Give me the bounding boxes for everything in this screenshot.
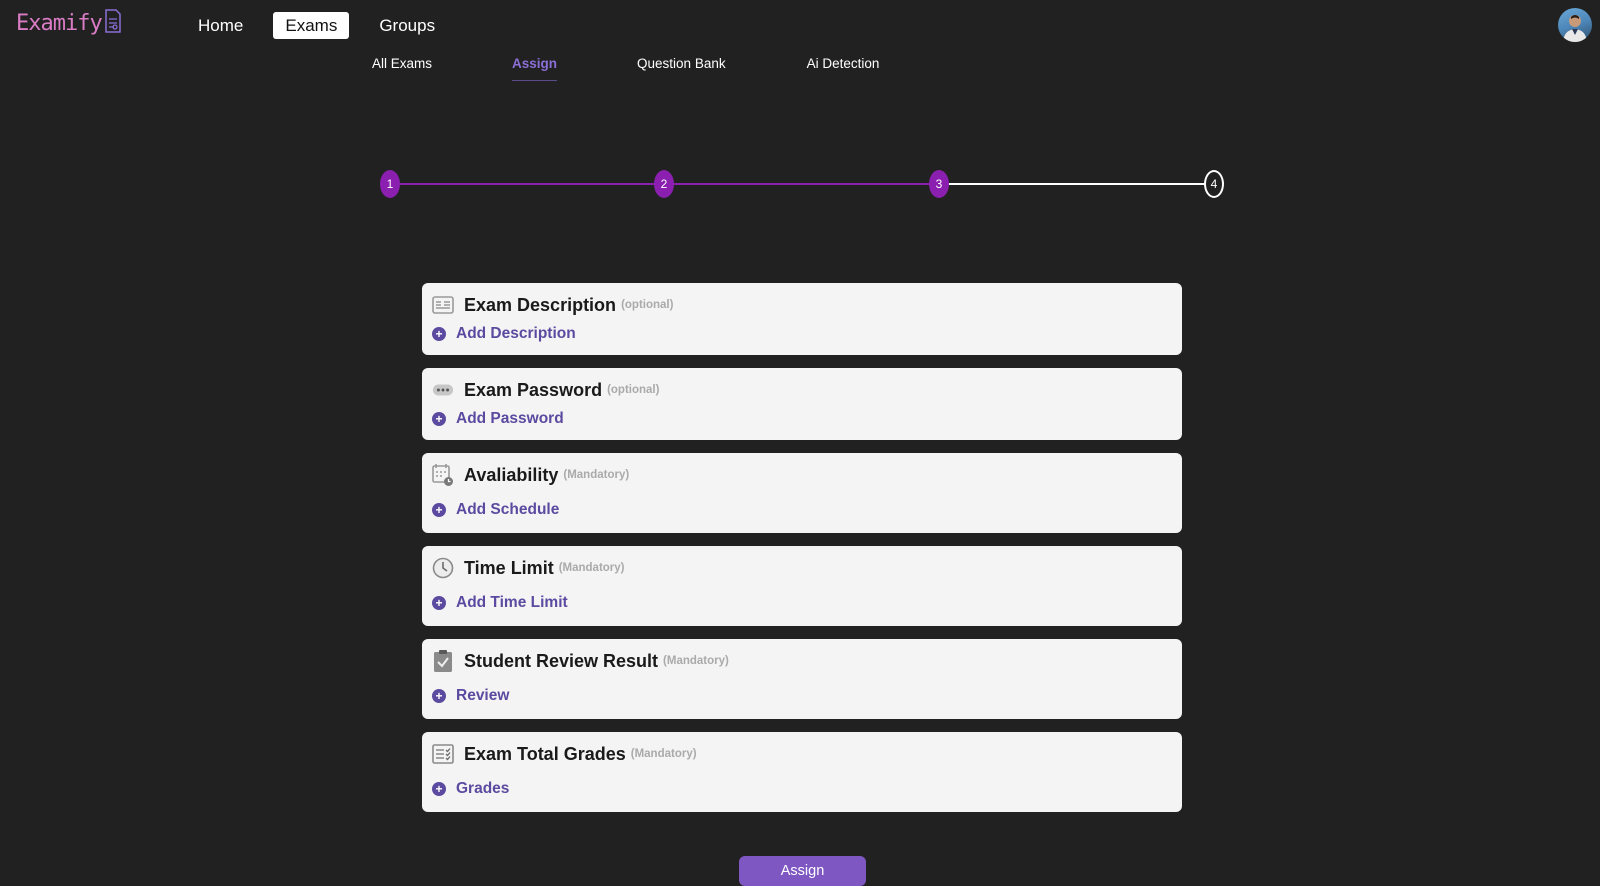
subnav-all-exams[interactable]: All Exams — [372, 56, 432, 81]
step-connector-1 — [390, 183, 665, 185]
nav-exams[interactable]: Exams — [273, 12, 350, 39]
action-label: Add Description — [456, 325, 576, 342]
subnav-assign[interactable]: Assign — [512, 56, 558, 81]
add-description-button[interactable]: + Add Description — [432, 325, 1172, 343]
section-tag: (optional) — [621, 299, 674, 311]
assign-settings-list: Exam Description (optional) + Add Descri… — [422, 283, 1182, 825]
section-title: Avaliability — [464, 464, 559, 485]
subnav-ai-detection[interactable]: Ai Detection — [807, 56, 880, 81]
add-password-button[interactable]: + Add Password — [432, 410, 1172, 428]
action-label: Add Schedule — [456, 501, 560, 518]
calendar-icon — [432, 464, 454, 486]
section-tag: (Mandatory) — [558, 562, 625, 574]
section-title: Exam Description — [464, 294, 617, 315]
top-bar: Examify Home Exams Groups — [0, 0, 1600, 52]
checklist-icon — [432, 743, 454, 765]
step-2[interactable]: 2 — [654, 170, 674, 198]
plus-circle-icon: + — [432, 596, 446, 610]
progress-stepper: 1 2 3 4 — [380, 168, 1225, 198]
section-exam-password: Exam Password (optional) + Add Password — [422, 368, 1182, 440]
section-title: Exam Password — [464, 379, 603, 400]
nav-groups[interactable]: Groups — [367, 12, 447, 39]
step-1[interactable]: 1 — [380, 170, 400, 198]
section-tag: (optional) — [607, 384, 660, 396]
section-title: Exam Total Grades — [464, 743, 626, 764]
action-label: Review — [456, 687, 510, 704]
plus-circle-icon: + — [432, 689, 446, 703]
section-time-limit: Time Limit (Mandatory) + Add Time Limit — [422, 546, 1182, 626]
section-exam-total-grades: Exam Total Grades (Mandatory) + Grades — [422, 732, 1182, 812]
section-tag: (Mandatory) — [630, 748, 697, 760]
step-connector-3 — [940, 183, 1215, 185]
add-schedule-button[interactable]: + Add Schedule — [432, 501, 1172, 519]
logo[interactable]: Examify — [16, 8, 122, 39]
section-availability: Avaliability (Mandatory) + Add Schedule — [422, 453, 1182, 533]
plus-circle-icon: + — [432, 327, 446, 341]
plus-circle-icon: + — [432, 412, 446, 426]
section-tag: (Mandatory) — [663, 655, 729, 667]
section-tag: (Mandatory) — [563, 469, 630, 481]
step-4[interactable]: 4 — [1204, 170, 1224, 198]
clipboard-check-icon — [432, 650, 454, 672]
avatar[interactable] — [1558, 8, 1592, 42]
subnav-question-bank[interactable]: Question Bank — [637, 56, 726, 81]
grades-button[interactable]: + Grades — [432, 780, 1172, 798]
assign-button[interactable]: Assign — [739, 856, 866, 886]
section-student-review-result: Student Review Result (Mandatory) + Revi… — [422, 639, 1182, 719]
step-connector-2 — [665, 183, 940, 185]
section-exam-description: Exam Description (optional) + Add Descri… — [422, 283, 1182, 355]
nav-home[interactable]: Home — [186, 12, 255, 39]
add-time-limit-button[interactable]: + Add Time Limit — [432, 594, 1172, 612]
action-label: Add Time Limit — [456, 594, 568, 611]
action-label: Add Password — [456, 410, 564, 427]
logo-text: Examify — [16, 11, 103, 36]
review-button[interactable]: + Review — [432, 687, 1172, 705]
section-title: Time Limit — [464, 557, 554, 578]
document-icon — [104, 8, 122, 39]
section-title: Student Review Result — [464, 650, 659, 671]
exam-subnav: All Exams Assign Question Bank Ai Detect… — [372, 56, 879, 81]
plus-circle-icon: + — [432, 503, 446, 517]
main-nav: Home Exams Groups — [186, 12, 465, 39]
password-icon — [432, 379, 454, 401]
clock-icon — [432, 557, 454, 579]
action-label: Grades — [456, 780, 510, 797]
step-3[interactable]: 3 — [929, 170, 949, 198]
description-icon — [432, 294, 454, 316]
plus-circle-icon: + — [432, 782, 446, 796]
